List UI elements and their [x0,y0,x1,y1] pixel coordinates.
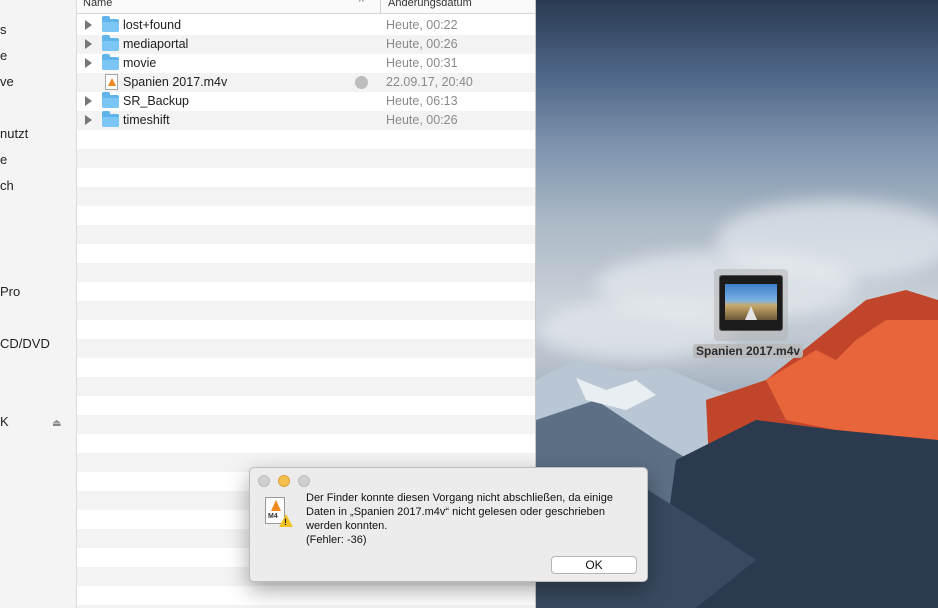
sidebar-item[interactable]: Pro [0,284,20,299]
sidebar-item[interactable]: e [0,48,7,63]
zoom-button[interactable] [298,475,310,487]
item-date: Heute, 06:13 [386,94,458,108]
item-date: Heute, 00:22 [386,18,458,32]
folder-icon [102,92,119,108]
dialog-message: Der Finder konnte diesen Vorgang nicht a… [306,491,641,547]
sort-chevron-icon[interactable]: ^ [359,0,364,8]
error-dialog: M4 ! Der Finder konnte diesen Vorgang ni… [249,467,648,582]
item-date: Heute, 00:26 [386,37,458,51]
sidebar-item[interactable]: CD/DVD [0,336,50,351]
sidebar-item[interactable]: e [0,152,7,167]
sidebar-item[interactable]: ve [0,74,14,89]
disclosure-triangle-icon[interactable] [85,20,92,30]
item-name: lost+found [123,18,182,32]
item-date: 22.09.17, 20:40 [386,75,473,89]
error-message: Der Finder konnte diesen Vorgang nicht a… [306,492,613,532]
item-name: movie [123,56,157,70]
disclosure-triangle-icon[interactable] [85,115,92,125]
desktop-file-icon[interactable] [714,269,788,341]
minimize-button[interactable] [278,475,290,487]
list-item[interactable]: timeshift Heute, 00:26 [77,111,535,130]
folder-icon [102,111,119,127]
warning-file-icon: M4 ! [265,497,293,529]
list-item[interactable]: mediaportal Heute, 00:26 [77,35,535,54]
item-date: Heute, 00:31 [386,56,458,70]
list-item[interactable]: lost+found Heute, 00:22 [77,16,535,35]
list-item[interactable]: movie Heute, 00:31 [77,54,535,73]
sidebar-item[interactable]: ch [0,178,14,193]
disclosure-triangle-icon[interactable] [85,96,92,106]
column-divider[interactable] [380,0,381,14]
item-name: SR_Backup [123,94,190,108]
video-thumbnail [719,275,783,331]
disclosure-triangle-icon[interactable] [85,39,92,49]
folder-icon [102,35,119,51]
sidebar-item[interactable]: nutzt [0,126,28,141]
item-name: timeshift [123,113,170,127]
disclosure-triangle-icon[interactable] [85,58,92,68]
video-file-icon [105,74,118,90]
desktop-file-label[interactable]: Spanien 2017.m4v [693,344,804,358]
column-header-date[interactable]: Änderungsdatum [388,0,472,9]
list-item[interactable]: SR_Backup Heute, 06:13 [77,92,535,111]
file-type-label: M4 [268,513,278,520]
item-name: mediaportal [123,37,189,51]
eject-icon[interactable]: ⏏ [52,418,61,429]
list-item[interactable]: Spanien 2017.m4v 22.09.17, 20:40 [77,73,535,92]
close-button[interactable] [258,475,270,487]
item-name: Spanien 2017.m4v [123,75,228,89]
column-header: Name ^ Änderungsdatum [77,0,535,14]
ok-button[interactable]: OK [551,556,637,574]
item-date: Heute, 00:26 [386,113,458,127]
folder-icon [102,16,119,32]
finder-sidebar: s e ve nutzt e ch Pro CD/DVD K ⏏ [0,0,77,608]
column-header-name[interactable]: Name [83,0,112,9]
sidebar-item[interactable]: s [0,22,7,37]
error-code: (Fehler: -36) [306,534,367,546]
progress-indicator-icon [355,76,368,89]
folder-icon [102,54,119,70]
sidebar-item[interactable]: K [0,414,9,429]
